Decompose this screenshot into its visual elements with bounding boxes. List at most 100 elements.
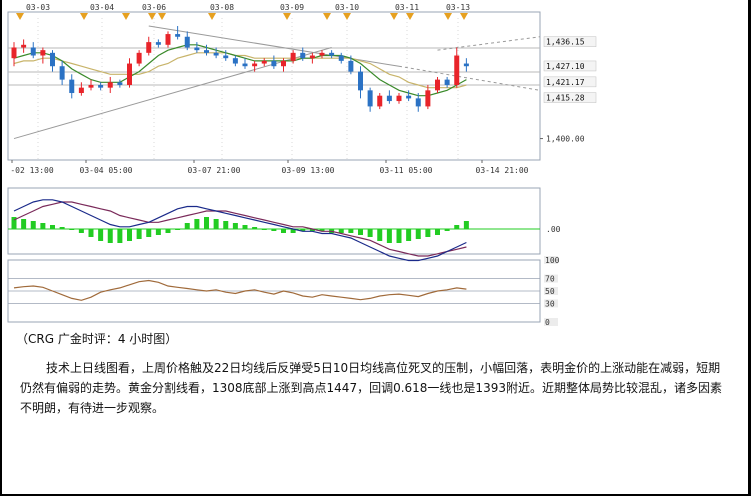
candle-body <box>117 82 123 85</box>
macd-histogram-bar <box>21 219 27 229</box>
candle-body <box>146 42 152 53</box>
top-date-label: 03-11 <box>395 3 419 12</box>
event-marker-11 <box>444 13 452 20</box>
candle-body <box>194 47 200 51</box>
osc-axis-label: 30 <box>545 299 555 308</box>
candle-body <box>415 98 421 107</box>
candle-body <box>252 63 258 67</box>
macd-histogram-bar <box>261 229 267 230</box>
candle-body <box>271 60 277 67</box>
chart-frame: 03-03 03-04 03-06 03-08 03-09 03-10 03-11 03-13… <box>2 0 748 494</box>
event-marker-9 <box>390 13 398 20</box>
candle-body <box>213 52 219 56</box>
macd-histogram-bar <box>232 223 238 229</box>
macd-histogram-bar <box>271 229 277 231</box>
top-date-label: 03-04 <box>90 3 114 12</box>
macd-zero-label: .00 <box>546 225 561 234</box>
macd-histogram-bar <box>107 229 113 243</box>
candle-body <box>444 79 450 85</box>
candle-body <box>204 50 209 53</box>
bottom-date-label: 03-07 21:00 <box>188 166 241 175</box>
macd-histogram-bar <box>463 221 469 229</box>
candle-body <box>358 71 363 91</box>
bottom-date-label: 03-04 05:00 <box>80 166 133 175</box>
osc-axis-label: 0 <box>545 318 550 327</box>
macd-histogram-bar <box>136 229 142 239</box>
price-tag-label: 1,415.28 <box>546 94 585 103</box>
event-marker-1 <box>80 13 88 20</box>
candle-body <box>88 84 94 88</box>
event-marker-12 <box>460 13 468 20</box>
top-date-label: 03-03 <box>26 3 50 12</box>
resistance-trendline-ext <box>398 65 541 91</box>
candle-body <box>127 63 132 85</box>
candle-body <box>136 52 142 64</box>
macd-histogram-bar <box>146 229 152 237</box>
macd-histogram-bar <box>358 229 363 235</box>
candle-body <box>107 82 113 88</box>
macd-histogram-bar <box>377 229 383 241</box>
event-marker-5 <box>208 13 216 20</box>
price-tag-label: 1,421.17 <box>546 78 585 87</box>
macd-histogram-bar <box>338 229 344 233</box>
macd-histogram-bar <box>30 221 36 229</box>
candle-body <box>377 95 383 107</box>
candle-body <box>348 60 354 72</box>
macd-histogram-bar <box>348 229 354 233</box>
osc-axis-label: 50 <box>545 287 555 296</box>
macd-histogram-bar <box>127 229 132 241</box>
macd-histogram-bar <box>425 229 431 237</box>
candle-body <box>11 47 17 59</box>
candle-body <box>175 34 181 37</box>
macd-histogram-bar <box>213 219 219 229</box>
macd-histogram-bar <box>50 225 55 229</box>
macd-histogram-bar <box>78 229 84 233</box>
candle-body <box>30 47 36 56</box>
chart-canvas: 03-03 03-04 03-06 03-08 03-09 03-10 03-11 03-13… <box>7 3 597 327</box>
candle-body <box>59 66 65 80</box>
candle-body <box>232 58 238 64</box>
candle-body <box>50 52 55 67</box>
candle-body <box>300 52 306 59</box>
candle-body <box>69 79 75 94</box>
osc-axis-label: 70 <box>545 275 555 284</box>
bottom-date-label: 03-09 13:00 <box>282 166 335 175</box>
candle-body <box>98 84 104 88</box>
candle-body <box>261 60 267 64</box>
event-marker-2 <box>122 13 130 20</box>
candle-body <box>454 55 460 85</box>
candle-body <box>223 55 229 59</box>
candle-body <box>78 87 84 94</box>
panel-border-1 <box>7 187 541 255</box>
top-date-label: 03-10 <box>335 3 359 12</box>
event-marker-4 <box>158 13 166 20</box>
macd-histogram-bar <box>406 229 412 241</box>
candle-body <box>386 95 392 102</box>
candle-body <box>396 95 402 102</box>
macd-histogram-bar <box>69 229 75 230</box>
macd-histogram-bar <box>117 229 123 243</box>
macd-histogram-bar <box>88 229 94 237</box>
event-marker-0 <box>16 13 24 20</box>
oscillator-line <box>13 279 467 301</box>
chart-stage: 03-03 03-04 03-06 03-08 03-09 03-10 03-11 03-13… <box>2 0 748 330</box>
panel-border-0 <box>7 11 541 161</box>
macd-histogram-bar <box>367 229 373 237</box>
macd-histogram-bar <box>175 229 181 230</box>
candle-body <box>309 55 315 59</box>
macd-histogram-bar <box>98 229 104 241</box>
candle-body <box>425 90 431 107</box>
top-date-label: 03-08 <box>210 3 234 12</box>
candle-body <box>165 34 171 45</box>
candle-body <box>367 90 373 107</box>
top-date-label: 03-09 <box>280 3 304 12</box>
candle-body <box>21 44 27 48</box>
price-tag-label: 1,436.15 <box>546 38 585 47</box>
candle-body <box>281 60 286 67</box>
chart-caption: （CRG 广金时评：4 小时图） <box>16 332 178 346</box>
macd-histogram-bar <box>155 229 161 235</box>
price-tag-label: 1,427.10 <box>546 62 585 71</box>
market-commentary: 技术上日线图看，上周价格触及22日均线后反弹受5日10日均线高位死叉的压制，小幅… <box>20 361 722 415</box>
candle-body <box>242 63 248 67</box>
top-date-label: 03-13 <box>446 3 470 12</box>
